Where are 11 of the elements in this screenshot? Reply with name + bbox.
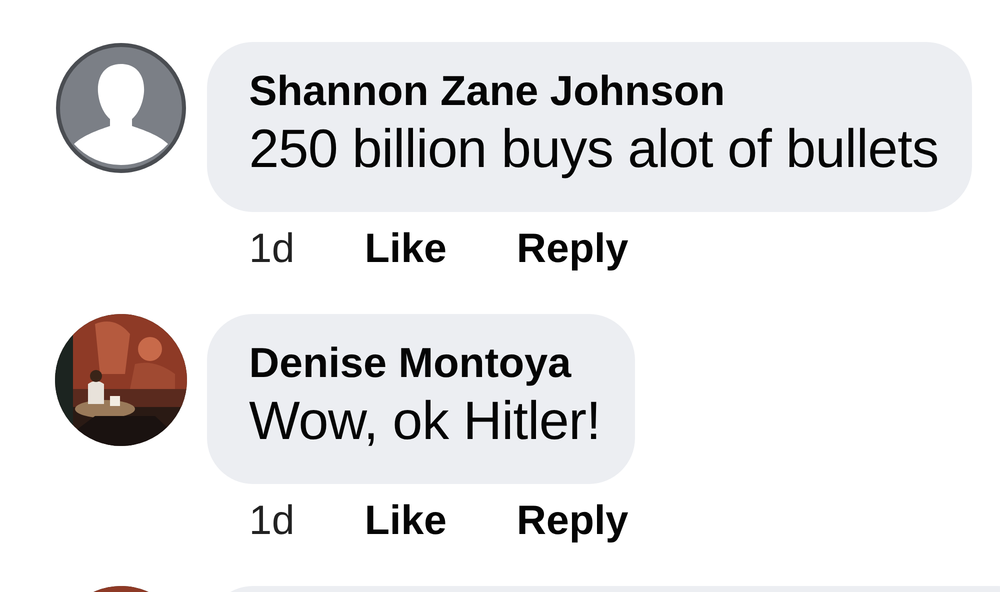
comment-text: 250 billion buys alot of bullets <box>249 118 938 181</box>
reply-link[interactable]: Reply <box>516 224 628 272</box>
like-link[interactable]: Like <box>364 224 447 272</box>
default-avatar-icon[interactable] <box>55 42 187 174</box>
comment-time: 1d <box>249 224 295 272</box>
reply-link[interactable]: Reply <box>516 496 628 544</box>
author-name[interactable]: Shannon Zane Johnson <box>249 66 938 116</box>
author-name[interactable]: Denise Montoya <box>249 338 601 388</box>
like-link[interactable]: Like <box>364 496 447 544</box>
comment-time: 1d <box>249 496 295 544</box>
comment-text: Wow, ok Hitler! <box>249 390 601 453</box>
